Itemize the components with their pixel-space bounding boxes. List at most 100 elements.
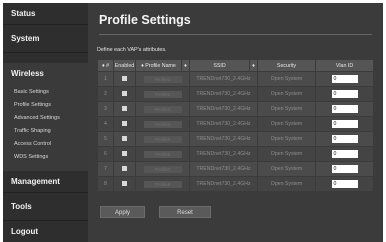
profile-name-cell: Profile5	[135, 131, 190, 147]
profile-name-cell: Profile8	[135, 176, 190, 192]
nav-profile-settings[interactable]: Profile Settings	[3, 102, 88, 108]
vlan-cell: 0	[315, 86, 374, 102]
row-number: 4	[97, 116, 114, 132]
profile-name-field[interactable]: Profile2	[143, 90, 182, 98]
security-cell: Open System	[257, 176, 316, 192]
vlan-cell: 0	[315, 176, 374, 192]
vlan-id-input[interactable]: 0	[331, 90, 358, 98]
profile-name-field[interactable]: Profile1	[143, 75, 182, 83]
vlan-id-input[interactable]: 0	[331, 105, 358, 113]
column-header-profile-name[interactable]: ♦ Profile Name	[135, 59, 182, 72]
security-cell: Open System	[257, 71, 316, 87]
security-cell: Open System	[257, 116, 316, 132]
profile-name-field[interactable]: Profile8	[143, 180, 182, 188]
vlan-id-input[interactable]: 0	[331, 165, 358, 173]
vlan-cell: 0	[315, 101, 374, 117]
nav-system[interactable]: System	[3, 25, 88, 53]
enabled-cell	[113, 146, 136, 162]
profile-name-cell: Profile1	[135, 71, 190, 87]
main-panel: Profile Settings Define each VAP's attri…	[88, 3, 383, 242]
security-cell: Open System	[257, 101, 316, 117]
row-number: 3	[97, 101, 114, 117]
nav-tools[interactable]: Tools	[3, 193, 88, 221]
enabled-checkbox[interactable]	[122, 166, 127, 172]
enabled-checkbox[interactable]	[122, 151, 127, 157]
column-header-ssid-sort[interactable]: ♦	[181, 59, 190, 72]
profile-name-field[interactable]: Profile5	[143, 135, 182, 143]
row-number: 8	[97, 176, 114, 192]
profile-name-field[interactable]: Profile3	[143, 105, 182, 113]
vlan-cell: 0	[315, 131, 374, 147]
enabled-cell	[113, 131, 136, 147]
column-header-number[interactable]: ♦ #	[97, 59, 114, 72]
table-row: 1 Profile1 TRENDnet730_2.4GHz Open Syste…	[97, 71, 374, 87]
row-number: 1	[97, 71, 114, 87]
vlan-id-input[interactable]: 0	[331, 135, 358, 143]
ssid-cell: TRENDnet730_2.4GHz	[189, 161, 258, 177]
profile-name-field[interactable]: Profile4	[143, 120, 182, 128]
security-cell: Open System	[257, 86, 316, 102]
profile-name-field[interactable]: Profile6	[143, 150, 182, 158]
nav-logout[interactable]: Logout	[3, 221, 88, 242]
profile-name-field[interactable]: Profile7	[143, 165, 182, 173]
vlan-id-input[interactable]: 0	[331, 150, 358, 158]
vlan-id-input[interactable]: 0	[331, 75, 358, 83]
page-title: Profile Settings	[99, 13, 191, 27]
nav-management[interactable]: Management	[3, 171, 88, 193]
enabled-cell	[113, 116, 136, 132]
profile-table: ♦ # Enabled ♦ Profile Name ♦ SSID ♦ Secu…	[97, 59, 374, 192]
column-header-vlan-id: Vlan ID	[315, 59, 374, 72]
ssid-cell: TRENDnet730_2.4GHz	[189, 86, 258, 102]
column-header-security[interactable]: Security	[257, 59, 316, 72]
enabled-cell	[113, 86, 136, 102]
ssid-cell: TRENDnet730_2.4GHz	[189, 131, 258, 147]
nav-wds-settings[interactable]: WDS Settings	[3, 154, 88, 160]
security-cell: Open System	[257, 161, 316, 177]
enabled-checkbox[interactable]	[122, 106, 127, 112]
enabled-checkbox[interactable]	[122, 76, 127, 82]
table-row: 7 Profile7 TRENDnet730_2.4GHz Open Syste…	[97, 161, 374, 177]
enabled-checkbox[interactable]	[122, 181, 127, 187]
ssid-cell: TRENDnet730_2.4GHz	[189, 101, 258, 117]
nav-access-control[interactable]: Access Control	[3, 141, 88, 147]
reset-button[interactable]: Reset	[159, 206, 211, 218]
table-row: 4 Profile4 TRENDnet730_2.4GHz Open Syste…	[97, 116, 374, 132]
profile-name-cell: Profile7	[135, 161, 190, 177]
column-header-ssid[interactable]: SSID	[189, 59, 250, 72]
ssid-cell: TRENDnet730_2.4GHz	[189, 116, 258, 132]
nav-status[interactable]: Status	[3, 3, 88, 25]
vlan-id-input[interactable]: 0	[331, 180, 358, 188]
column-header-security-sort[interactable]: ♦	[249, 59, 258, 72]
table-row: 8 Profile8 TRENDnet730_2.4GHz Open Syste…	[97, 176, 374, 192]
page-description: Define each VAP's attributes.	[97, 47, 167, 53]
nav-advanced-settings[interactable]: Advanced Settings	[3, 115, 88, 121]
profile-name-cell: Profile3	[135, 101, 190, 117]
column-header-enabled: Enabled	[113, 59, 136, 72]
row-number: 5	[97, 131, 114, 147]
vlan-cell: 0	[315, 161, 374, 177]
vlan-id-input[interactable]: 0	[331, 120, 358, 128]
row-number: 2	[97, 86, 114, 102]
ssid-cell: TRENDnet730_2.4GHz	[189, 146, 258, 162]
nav-traffic-shaping[interactable]: Traffic Shaping	[3, 128, 88, 134]
enabled-checkbox[interactable]	[122, 91, 127, 97]
profile-name-cell: Profile4	[135, 116, 190, 132]
enabled-cell	[113, 71, 136, 87]
enabled-checkbox[interactable]	[122, 121, 127, 127]
enabled-checkbox[interactable]	[122, 136, 127, 142]
vlan-cell: 0	[315, 146, 374, 162]
enabled-cell	[113, 161, 136, 177]
enabled-cell	[113, 176, 136, 192]
row-number: 7	[97, 161, 114, 177]
apply-button[interactable]: Apply	[100, 206, 145, 218]
profile-name-cell: Profile6	[135, 146, 190, 162]
title-divider	[99, 34, 372, 35]
nav-wireless[interactable]: Wireless	[3, 61, 88, 86]
router-admin-page: Status System Wireless Basic Settings Pr…	[0, 0, 386, 242]
nav-basic-settings[interactable]: Basic Settings	[3, 89, 88, 95]
table-header-row: ♦ # Enabled ♦ Profile Name ♦ SSID ♦ Secu…	[97, 59, 374, 72]
row-number: 6	[97, 146, 114, 162]
vlan-cell: 0	[315, 116, 374, 132]
security-cell: Open System	[257, 146, 316, 162]
table-row: 5 Profile5 TRENDnet730_2.4GHz Open Syste…	[97, 131, 374, 147]
